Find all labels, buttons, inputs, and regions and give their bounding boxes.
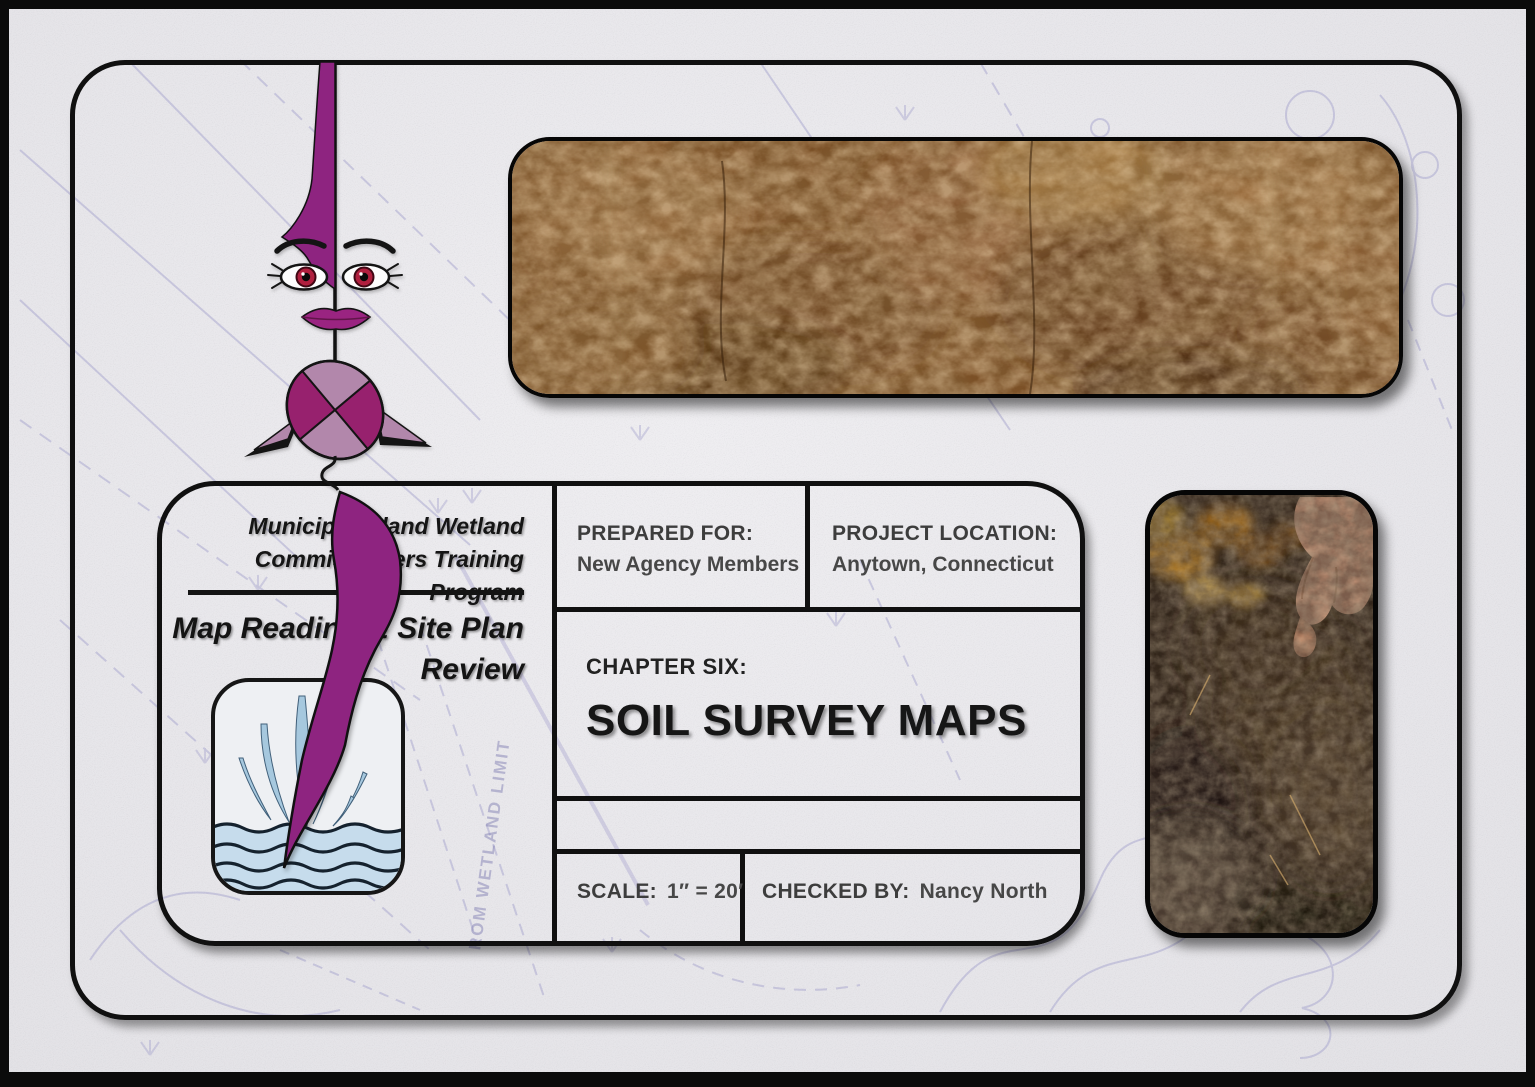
chapter-cell: CHAPTER SIX: SOIL SURVEY MAPS [586, 654, 1027, 746]
checked-by-value: Nancy North [920, 880, 1048, 903]
purple-sail [282, 62, 335, 289]
prepared-for-value: New Agency Members [577, 553, 799, 577]
checked-by-label: CHECKED BY: [762, 880, 910, 903]
prepared-for-cell: PREPARED FOR: New Agency Members [577, 522, 799, 577]
soil-profile-texture [512, 141, 1399, 394]
project-location-label: PROJECT LOCATION: [832, 522, 1057, 546]
soil-sample-photo [1145, 490, 1378, 938]
title-block-divider [552, 486, 557, 941]
title-block-divider [805, 486, 810, 607]
soil-sample-texture [1150, 495, 1373, 933]
chapter-title: SOIL SURVEY MAPS [586, 696, 1027, 746]
title-block-divider [552, 849, 1080, 854]
lips [302, 309, 370, 330]
title-block-divider [552, 796, 1080, 801]
chapter-label: CHAPTER SIX: [586, 654, 1027, 680]
scale-label: SCALE: [577, 880, 657, 903]
prepared-for-label: PREPARED FOR: [577, 522, 799, 546]
scale-value: 1″ = 20′ [667, 880, 743, 903]
slide-canvas: ROM WETLAND LIMIT [0, 0, 1535, 1087]
title-block-divider [552, 607, 1080, 612]
ribbon-tail-icon [255, 455, 425, 885]
scale-cell: SCALE: 1″ = 20′ [577, 880, 743, 904]
checked-by-cell: CHECKED BY: Nancy North [762, 880, 1048, 904]
project-location-value: Anytown, Connecticut [832, 553, 1057, 577]
mascot-character-icon [230, 55, 465, 505]
project-location-cell: PROJECT LOCATION: Anytown, Connecticut [832, 522, 1057, 577]
soil-profile-photo [508, 137, 1403, 398]
